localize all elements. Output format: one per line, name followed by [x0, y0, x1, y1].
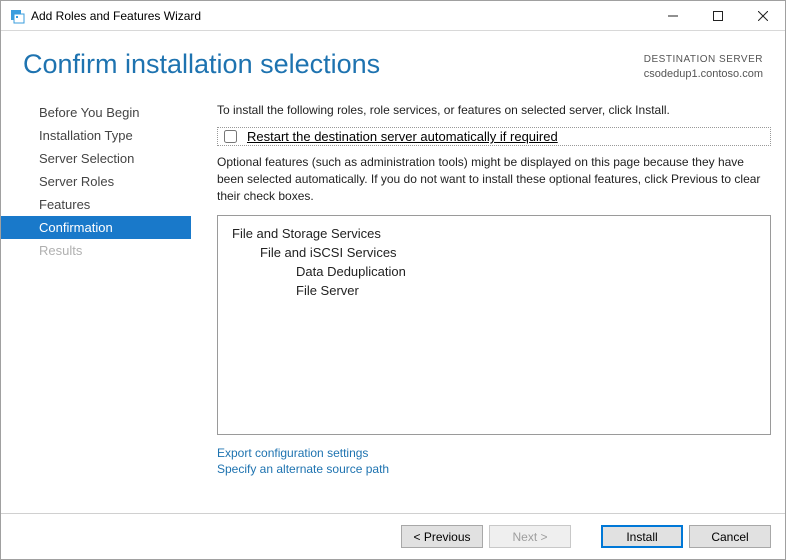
install-button[interactable]: Install: [601, 525, 683, 548]
wizard-body: Confirm installation selections DESTINAT…: [1, 31, 785, 559]
export-config-link[interactable]: Export configuration settings: [217, 445, 775, 461]
sidebar-item-server-roles[interactable]: Server Roles: [1, 170, 191, 193]
sidebar: Before You BeginInstallation TypeServer …: [1, 97, 191, 513]
restart-checkbox-label: Restart the destination server automatic…: [247, 129, 558, 144]
destination-info: DESTINATION SERVER csodedup1.contoso.com: [644, 49, 763, 81]
footer: < Previous Next > Install Cancel: [1, 513, 785, 559]
close-button[interactable]: [740, 1, 785, 30]
cancel-button[interactable]: Cancel: [689, 525, 771, 548]
destination-server: csodedup1.contoso.com: [644, 67, 763, 81]
main-pane: To install the following roles, role ser…: [191, 97, 785, 513]
sidebar-item-server-selection[interactable]: Server Selection: [1, 147, 191, 170]
optional-note: Optional features (such as administratio…: [217, 154, 771, 205]
titlebar: Add Roles and Features Wizard: [1, 1, 785, 31]
sidebar-item-features[interactable]: Features: [1, 193, 191, 216]
restart-checkbox[interactable]: [224, 130, 237, 143]
selection-item: File and Storage Services: [218, 224, 770, 243]
destination-label: DESTINATION SERVER: [644, 53, 763, 67]
minimize-button[interactable]: [650, 1, 695, 30]
selection-item: File Server: [218, 281, 770, 300]
window-title: Add Roles and Features Wizard: [31, 9, 201, 23]
links-block: Export configuration settings Specify an…: [217, 445, 775, 477]
alternate-source-path-link[interactable]: Specify an alternate source path: [217, 461, 775, 477]
instructions-text: To install the following roles, role ser…: [217, 103, 775, 117]
page-title: Confirm installation selections: [23, 49, 644, 80]
sidebar-item-installation-type[interactable]: Installation Type: [1, 124, 191, 147]
header-row: Confirm installation selections DESTINAT…: [1, 31, 785, 89]
sidebar-item-before-you-begin[interactable]: Before You Begin: [1, 101, 191, 124]
next-button[interactable]: Next >: [489, 525, 571, 548]
sidebar-item-results: Results: [1, 239, 191, 262]
content-row: Before You BeginInstallation TypeServer …: [1, 89, 785, 513]
sidebar-item-confirmation[interactable]: Confirmation: [1, 216, 191, 239]
wizard-window: Add Roles and Features Wizard Confirm in…: [0, 0, 786, 560]
previous-button[interactable]: < Previous: [401, 525, 483, 548]
app-icon: [9, 8, 25, 24]
selection-item: Data Deduplication: [218, 262, 770, 281]
maximize-button[interactable]: [695, 1, 740, 30]
selections-listbox[interactable]: File and Storage ServicesFile and iSCSI …: [217, 215, 771, 435]
restart-checkbox-row[interactable]: Restart the destination server automatic…: [217, 127, 771, 146]
selection-item: File and iSCSI Services: [218, 243, 770, 262]
